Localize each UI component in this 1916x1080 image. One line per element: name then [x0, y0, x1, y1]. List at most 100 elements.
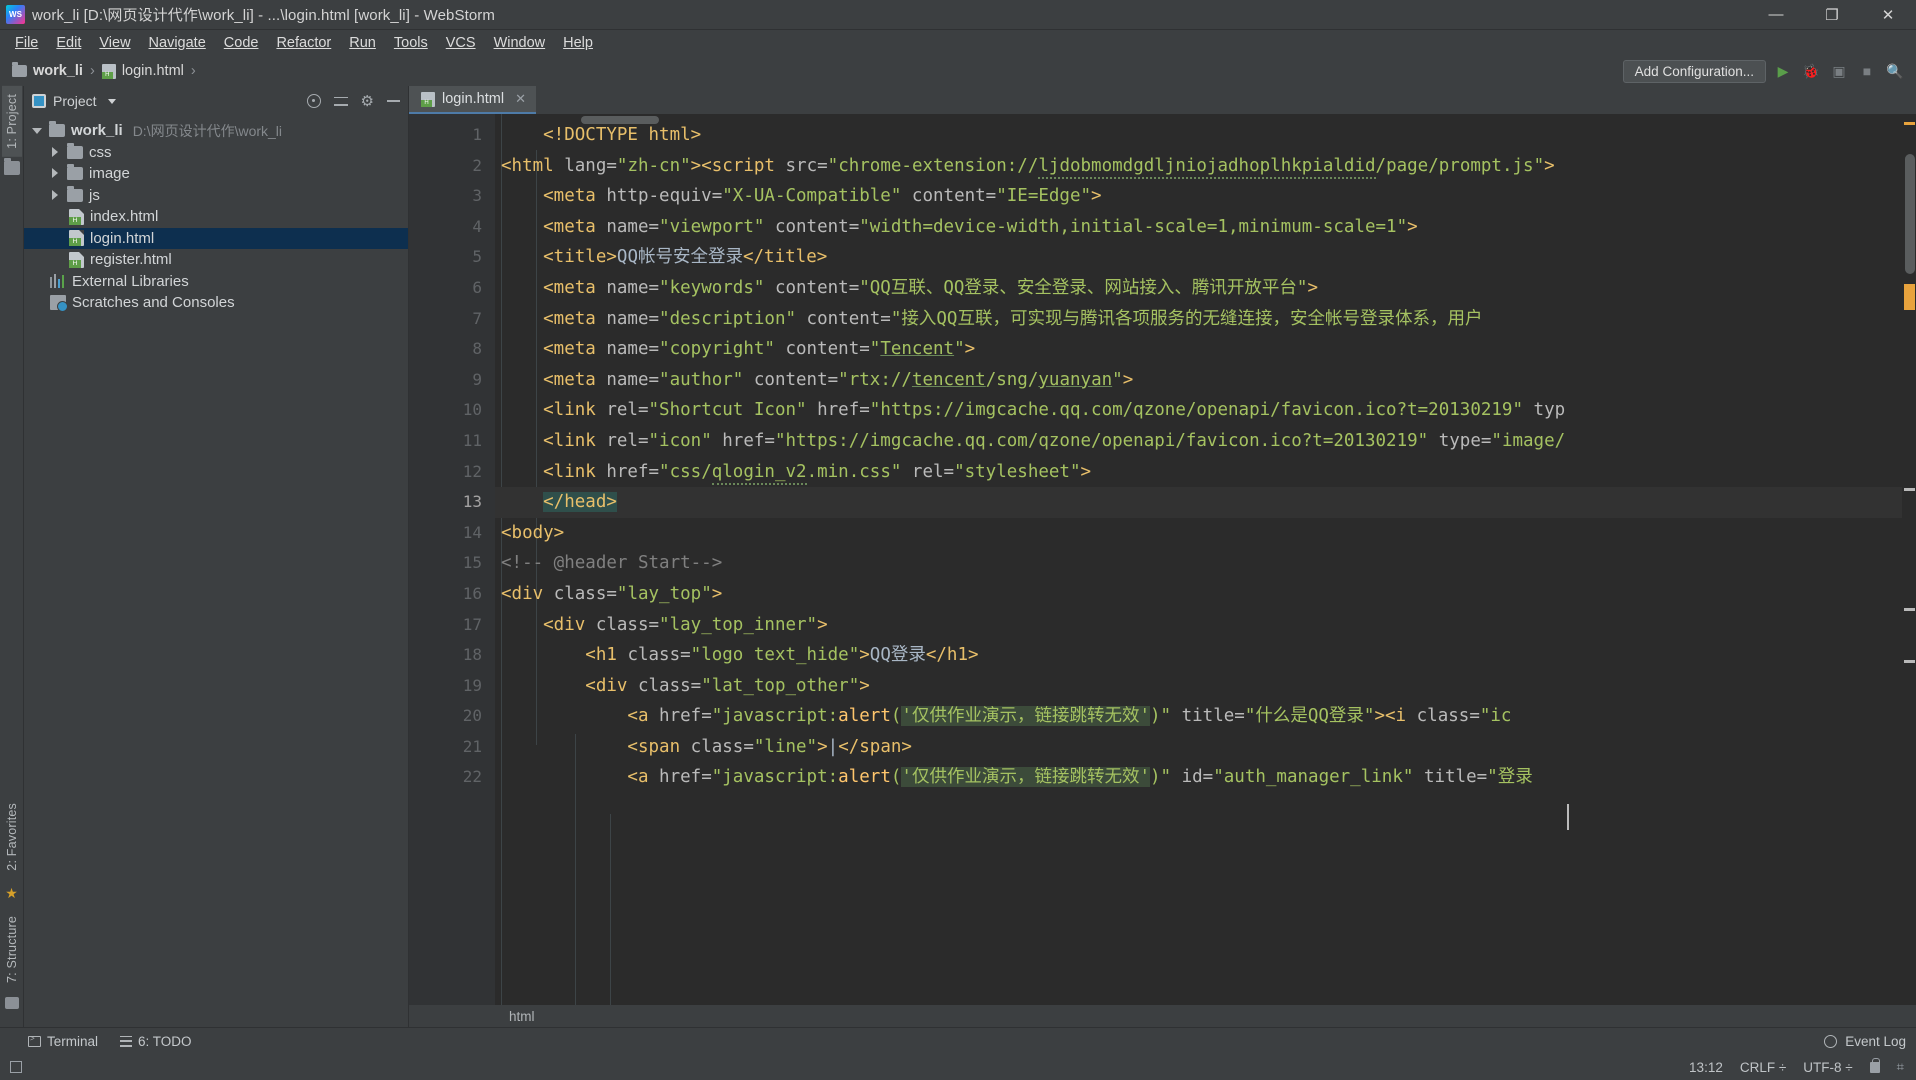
breadcrumb-project-label: work_li: [33, 63, 83, 79]
left-tool-strip: 1: Project 2: Favorites ★ 7: Structure: [0, 86, 24, 1027]
editor-breadcrumb[interactable]: html: [509, 1009, 535, 1024]
menu-window[interactable]: Window: [485, 33, 555, 53]
code-line-11: <link rel="icon" href="https://imgcache.…: [501, 430, 1566, 451]
breadcrumb-file[interactable]: login.html: [98, 62, 188, 80]
code-line-9: <meta name="author" content="rtx://tence…: [501, 369, 1134, 390]
chevron-right-icon[interactable]: [50, 146, 61, 158]
chevron-right-icon[interactable]: [50, 168, 61, 179]
menu-view[interactable]: View: [90, 33, 139, 53]
gear-icon[interactable]: ⚙: [361, 94, 374, 109]
marker-warning[interactable]: [1904, 284, 1915, 310]
folder-icon: [12, 62, 27, 77]
collapse-all-icon[interactable]: [333, 95, 348, 108]
chevron-down-icon[interactable]: [32, 125, 43, 136]
sidebar-tab-project[interactable]: 1: Project: [1, 86, 22, 157]
chevron-right-icon[interactable]: [50, 189, 61, 201]
todo-tool-button[interactable]: 6: TODO: [120, 1034, 192, 1049]
marker-change[interactable]: [1904, 608, 1915, 611]
marker-change[interactable]: [1904, 488, 1915, 491]
menu-edit[interactable]: Edit: [47, 33, 90, 53]
debug-icon[interactable]: 🐞: [1800, 60, 1822, 82]
status-time: 13:12: [1689, 1059, 1723, 1075]
menu-refactor-label: Refactor: [276, 35, 332, 51]
chevron-down-icon[interactable]: [107, 98, 116, 104]
menu-run-label: Run: [349, 35, 376, 51]
coverage-icon[interactable]: ▣: [1828, 60, 1850, 82]
locate-icon[interactable]: [306, 94, 321, 108]
sidebar-tab-structure[interactable]: 7: Structure: [2, 908, 22, 991]
menu-navigate-label: Navigate: [148, 35, 206, 51]
code-editor[interactable]: <!DOCTYPE html> <html lang="zh-cn"><scri…: [495, 114, 1902, 1005]
line-number: 22: [462, 767, 482, 787]
line-number: 7: [472, 308, 482, 328]
marker-warning[interactable]: [1904, 122, 1915, 125]
search-icon[interactable]: 🔍: [1884, 60, 1906, 82]
tree-row-scratches[interactable]: Scratches and Consoles: [24, 292, 408, 314]
line-number: 6: [472, 277, 482, 297]
brace-icon[interactable]: ⌗: [1897, 1059, 1904, 1075]
tree-row-js[interactable]: js: [24, 185, 408, 207]
menu-code[interactable]: Code: [215, 33, 268, 53]
close-icon[interactable]: ✕: [515, 91, 526, 107]
sidebar-tab-favorites[interactable]: 2: Favorites: [2, 795, 22, 879]
bottom-bar-right: Event Log: [1824, 1034, 1916, 1049]
editor-tab-login-html[interactable]: login.html ✕: [409, 86, 536, 114]
status-line-separator[interactable]: CRLF ÷: [1740, 1060, 1786, 1075]
breadcrumb-project[interactable]: work_li: [8, 62, 87, 80]
menu-help-label: Help: [563, 35, 593, 51]
main-body: 1: Project 2: Favorites ★ 7: Structure P…: [0, 86, 1916, 1027]
editor-marker-rail[interactable]: [1902, 114, 1916, 1005]
menu-vcs[interactable]: VCS: [437, 33, 485, 53]
navigation-bar: work_li › login.html › Add Configuration…: [0, 56, 1916, 86]
terminal-tool-button[interactable]: Terminal: [28, 1034, 98, 1049]
toggle-toolbar-icon[interactable]: [10, 1061, 22, 1073]
line-number: 11: [462, 430, 482, 450]
menu-help[interactable]: Help: [554, 33, 602, 53]
vertical-scrollbar[interactable]: [1905, 154, 1915, 274]
event-log-label[interactable]: Event Log: [1845, 1034, 1906, 1049]
text-caret: [1567, 804, 1569, 830]
line-number: 14: [462, 522, 482, 542]
menu-run[interactable]: Run: [340, 33, 385, 53]
menu-navigate[interactable]: Navigate: [140, 33, 215, 53]
code-line-22: <a href="javascript:alert('仅供作业演示，链接跳转无效…: [501, 767, 1533, 788]
line-number: 10: [462, 400, 482, 420]
tree-row-css[interactable]: css: [24, 142, 408, 164]
menu-refactor[interactable]: Refactor: [267, 33, 340, 53]
lock-icon[interactable]: [1869, 1057, 1880, 1073]
bottom-tool-bar: Terminal 6: TODO Event Log: [0, 1027, 1916, 1054]
html-file-icon: [69, 208, 84, 225]
line-number: 5: [472, 247, 482, 267]
menu-view-label: View: [99, 35, 131, 51]
project-panel-title-group[interactable]: Project: [32, 93, 116, 109]
menu-tools-label: Tools: [393, 35, 428, 51]
minimize-button[interactable]: —: [1748, 0, 1804, 30]
code-line-8: <meta name="copyright" content="Tencent"…: [501, 339, 976, 360]
maximize-button[interactable]: ❐: [1804, 0, 1860, 30]
run-icon[interactable]: ▶: [1772, 60, 1794, 82]
menu-bar: File Edit View Navigate Code Refactor Ru…: [0, 30, 1916, 56]
tree-row-work-li[interactable]: work_li D:\网页设计代作\work_li: [24, 120, 408, 142]
code-line-13: </head>: [495, 487, 1902, 518]
editor-gutter[interactable]: 1 2 3 4 5 6 7 8 9 10 11 12 13 14 15 16 1: [409, 114, 495, 1005]
stop-icon[interactable]: ■: [1856, 60, 1878, 82]
tree-row-register-html[interactable]: register.html: [24, 249, 408, 271]
tree-row-external-libraries[interactable]: External Libraries: [24, 271, 408, 293]
close-button[interactable]: ✕: [1860, 0, 1916, 30]
status-bar: 13:12 CRLF ÷ UTF-8 ÷ ⌗: [0, 1054, 1916, 1080]
tree-row-login-html[interactable]: login.html: [24, 227, 408, 249]
folder-icon: [49, 121, 65, 138]
code-line-19: <div class="lat_top_other">: [501, 675, 870, 696]
tree-row-image[interactable]: image: [24, 163, 408, 185]
horizontal-scrollbar[interactable]: [581, 116, 659, 124]
tree-row-index-html[interactable]: index.html: [24, 206, 408, 228]
add-configuration-button[interactable]: Add Configuration...: [1622, 59, 1766, 83]
menu-code-label: Code: [223, 35, 259, 51]
code-line-2: <html lang="zh-cn"><script src="chrome-e…: [495, 151, 1902, 182]
marker-change[interactable]: [1904, 660, 1915, 663]
status-encoding[interactable]: UTF-8 ÷: [1803, 1060, 1852, 1075]
hide-icon[interactable]: [387, 100, 400, 102]
menu-tools[interactable]: Tools: [385, 33, 437, 53]
line-number: 8: [472, 339, 482, 359]
menu-file[interactable]: File: [6, 33, 47, 53]
